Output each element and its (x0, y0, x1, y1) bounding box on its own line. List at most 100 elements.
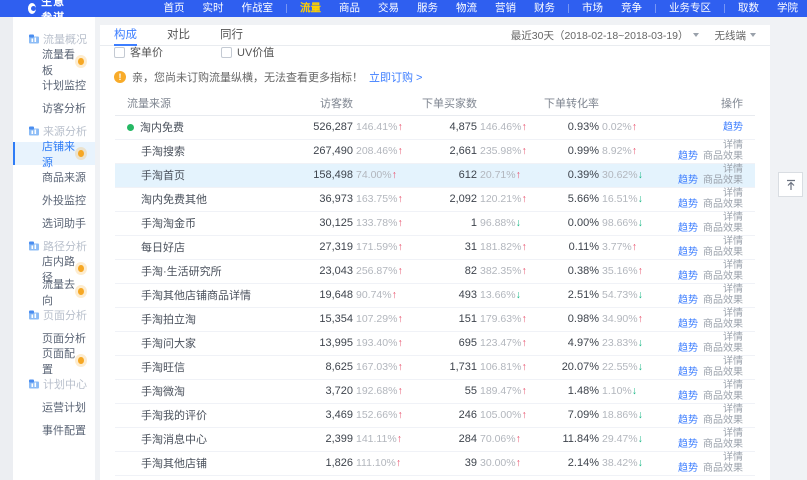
action-趋势[interactable]: 趋势 (678, 223, 698, 234)
action-商品效果[interactable]: 商品效果 (703, 415, 743, 426)
trend-up-icon: ↑ (632, 145, 637, 157)
action-商品效果[interactable]: 商品效果 (703, 439, 743, 450)
action-商品效果[interactable]: 商品效果 (703, 391, 743, 402)
checkbox-UV价值[interactable]: UV价值 (221, 46, 274, 60)
nav-item-13[interactable]: 业务专区 (660, 0, 720, 17)
nav-item-5[interactable]: 商品 (330, 0, 369, 17)
metric-change: 179.63%↑ (477, 313, 539, 325)
action-商品效果[interactable]: 商品效果 (703, 247, 743, 258)
nav-item-2[interactable]: 实时 (194, 0, 233, 17)
action-趋势[interactable]: 趋势 (678, 463, 698, 474)
action-商品效果[interactable]: 商品效果 (703, 343, 743, 354)
topnav-items: 首页实时作战室流量商品交易服务物流营销财务市场竞争业务专区取数学院 (155, 0, 807, 17)
terminal-selector[interactable]: 无线端 (715, 28, 757, 43)
metric-change: 193.40%↑ (353, 337, 415, 349)
tab-同行[interactable]: 同行 (220, 25, 243, 46)
table-row: 手淘我的评价3,469152.66%↑246105.00%↑7.09%18.86… (115, 403, 755, 427)
action-趋势[interactable]: 趋势 (678, 175, 698, 186)
action-商品效果[interactable]: 商品效果 (703, 367, 743, 378)
action-商品效果[interactable]: 商品效果 (703, 319, 743, 330)
nav-item-4[interactable]: 流量 (291, 0, 330, 17)
row-actions: 详情趋势商品效果 (661, 403, 755, 427)
action-趋势[interactable]: 趋势 (678, 319, 698, 330)
date-range-selector[interactable]: 最近30天（2018-02-18~2018-03-19） (511, 28, 699, 43)
trend-up-icon: ↑ (397, 265, 402, 277)
checkbox-box[interactable] (114, 47, 125, 58)
table-row: 每日好店27,319171.59%↑31181.82%↑0.11%3.77%↑详… (115, 235, 755, 259)
action-趋势[interactable]: 趋势 (678, 271, 698, 282)
action-商品效果[interactable]: 商品效果 (703, 271, 743, 282)
nav-item-8[interactable]: 物流 (447, 0, 486, 17)
sidebar-item-运营计划[interactable]: 运营计划 (13, 395, 95, 418)
action-趋势[interactable]: 趋势 (678, 391, 698, 402)
sidebar-item-label: 页面分析 (42, 330, 86, 346)
metric-value: 31 (415, 241, 477, 253)
subscribe-link[interactable]: 立即订购 > (369, 69, 422, 85)
action-趋势[interactable]: 趋势 (678, 151, 698, 162)
action-商品效果[interactable]: 商品效果 (703, 463, 743, 474)
action-详情[interactable]: 详情 (723, 212, 743, 223)
sidebar-item-商品来源[interactable]: 商品来源 (13, 165, 95, 188)
nav-item-14[interactable]: 取数 (729, 0, 768, 17)
metric-value: 1 (415, 217, 477, 229)
action-详情[interactable]: 详情 (723, 284, 743, 295)
action-商品效果[interactable]: 商品效果 (703, 199, 743, 210)
action-详情[interactable]: 详情 (723, 452, 743, 463)
checkbox-box[interactable] (221, 47, 232, 58)
action-趋势[interactable]: 趋势 (678, 439, 698, 450)
tab-对比[interactable]: 对比 (167, 25, 190, 46)
sidebar-item-访客分析[interactable]: 访客分析 (13, 96, 95, 119)
metric-change: 30.00%↑ (477, 457, 539, 469)
sidebar-item-页面配置[interactable]: 页面配置 (13, 349, 95, 372)
action-详情[interactable]: 详情 (723, 428, 743, 439)
action-详情[interactable]: 详情 (723, 188, 743, 199)
action-趋势[interactable]: 趋势 (678, 247, 698, 258)
action-详情[interactable]: 详情 (723, 404, 743, 415)
nav-item-1[interactable]: 首页 (155, 0, 194, 17)
sidebar-item-流量去向[interactable]: 流量去向 (13, 280, 95, 303)
sidebar-item-流量看板[interactable]: 流量看板 (13, 50, 95, 73)
action-line: 趋势 (661, 122, 743, 133)
action-详情[interactable]: 详情 (723, 380, 743, 391)
action-趋势[interactable]: 趋势 (723, 122, 743, 133)
nav-item-11[interactable]: 市场 (573, 0, 612, 17)
action-详情[interactable]: 详情 (723, 164, 743, 175)
tab-构成[interactable]: 构成 (114, 25, 137, 46)
sidebar-item-label: 访客分析 (42, 100, 86, 116)
nav-item-10[interactable]: 财务 (525, 0, 564, 17)
source-name-label: 每日好店 (141, 239, 185, 255)
nav-item-7[interactable]: 服务 (408, 0, 447, 17)
sidebar-item-外投监控[interactable]: 外投监控 (13, 188, 95, 211)
nav-item-9[interactable]: 营销 (486, 0, 525, 17)
action-详情[interactable]: 详情 (723, 356, 743, 367)
nav-item-15[interactable]: 学院 (768, 0, 807, 17)
sidebar-item-店铺来源[interactable]: 店铺来源 (13, 142, 95, 165)
action-趋势[interactable]: 趋势 (678, 199, 698, 210)
back-to-top-button[interactable] (778, 172, 803, 197)
trend-up-icon: ↑ (521, 409, 526, 421)
action-详情[interactable]: 详情 (723, 308, 743, 319)
nav-item-12[interactable]: 竞争 (612, 0, 651, 17)
checkbox-客单价[interactable]: 客单价 (114, 46, 163, 60)
action-趋势[interactable]: 趋势 (678, 343, 698, 354)
action-趋势[interactable]: 趋势 (678, 415, 698, 426)
action-商品效果[interactable]: 商品效果 (703, 175, 743, 186)
action-商品效果[interactable]: 商品效果 (703, 295, 743, 306)
action-详情[interactable]: 详情 (723, 332, 743, 343)
action-商品效果[interactable]: 商品效果 (703, 151, 743, 162)
sidebar-item-选词助手[interactable]: 选词助手 (13, 211, 95, 234)
action-趋势[interactable]: 趋势 (678, 295, 698, 306)
action-商品效果[interactable]: 商品效果 (703, 223, 743, 234)
nav-item-3[interactable]: 作战室 (233, 0, 283, 17)
col-header-conversion: 下单转化率 (539, 95, 599, 111)
action-详情[interactable]: 详情 (723, 260, 743, 271)
action-详情[interactable]: 详情 (723, 140, 743, 151)
action-趋势[interactable]: 趋势 (678, 367, 698, 378)
notification-dot (78, 265, 84, 272)
nav-item-6[interactable]: 交易 (369, 0, 408, 17)
table-row: 手淘淘金币30,125133.78%↑196.88%↓0.00%98.66%↓详… (115, 211, 755, 235)
trend-up-icon: ↑ (392, 169, 397, 181)
sidebar-item-事件配置[interactable]: 事件配置 (13, 418, 95, 441)
sidebar-item-计划监控[interactable]: 计划监控 (13, 73, 95, 96)
action-详情[interactable]: 详情 (723, 236, 743, 247)
